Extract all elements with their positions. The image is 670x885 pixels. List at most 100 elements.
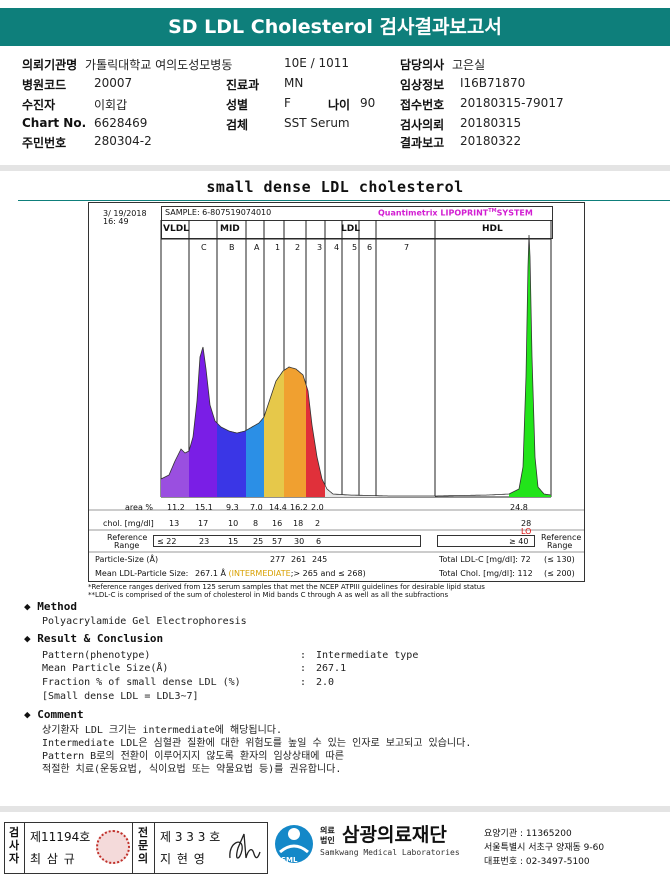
chol-label: chol. [mg/dl] [103, 519, 154, 528]
ref-a: 25 [253, 537, 264, 546]
org-prefix: 의료 법인 [320, 826, 335, 845]
band-6: 6 [367, 243, 373, 252]
code-value: 20007 [94, 76, 133, 90]
report-title: SD LDL Cholesterol 검사결과보고서 [0, 8, 670, 46]
specialist-label: 전문의 [137, 826, 149, 865]
hospital-label: 의뢰기관명 [22, 58, 78, 72]
band-a: A [254, 243, 260, 252]
band-2: 2 [295, 243, 301, 252]
code-label: 병원코드 [22, 78, 67, 92]
divider [0, 806, 670, 812]
report-date-label: 결과보고 [400, 136, 445, 150]
dept-label: 진료과 [226, 78, 260, 92]
band-7: 7 [404, 243, 410, 252]
total-chol-ref: (≤ 200) [544, 569, 575, 578]
tester-label: 검사자 [8, 826, 20, 865]
tester-name: 최 삼 규 [30, 852, 76, 866]
divider [132, 822, 133, 874]
area-1: 14.4 [269, 503, 287, 512]
area-b: 9.3 [226, 503, 239, 512]
mean-size-label: Mean LDL-Particle Size: [95, 569, 189, 578]
ref-c: 23 [199, 537, 210, 546]
group-hdl: HDL [482, 224, 503, 234]
receipt-value: 20180315-79017 [460, 96, 564, 110]
result-label-2: Fraction % of small dense LDL (%) [42, 677, 241, 688]
signature-icon [229, 833, 261, 859]
area-label: area % [125, 503, 153, 512]
band-b: B [229, 243, 235, 252]
note-2: **LDL-C is comprised of the sum of chole… [88, 591, 449, 599]
doctor-value: 고은실 [452, 58, 486, 72]
method-text: Polyacrylamide Gel Electrophoresis [42, 616, 247, 627]
hospital-value: 가톨릭대학교 여의도성모병동 [85, 58, 233, 72]
sex-label: 성별 [226, 98, 249, 112]
report-date-value: 20180322 [460, 134, 522, 148]
patient-label: 수진자 [22, 98, 56, 112]
sex-value: F [284, 96, 291, 110]
band-5: 5 [352, 243, 358, 252]
ref-3: 6 [316, 537, 322, 546]
total-ldl: Total LDL-C [mg/dl]: 72 [439, 555, 531, 564]
specimen-value: SST Serum [284, 116, 350, 130]
request-label: 검사의뢰 [400, 118, 445, 132]
chol-c: 17 [198, 519, 209, 528]
org-name: 삼광의료재단 [342, 824, 447, 846]
clinical-label: 임상정보 [400, 78, 445, 92]
ref-hdl: ≥ 40 [509, 537, 529, 546]
result-label-1: Mean Particle Size(Å) [42, 663, 169, 674]
mid-b-area [217, 423, 246, 497]
particle-2: 261 [291, 555, 307, 564]
hospital-row: 의뢰기관명 가톨릭대학교 여의도성모병동 [22, 56, 232, 73]
comment-heading: ◆ Comment [24, 708, 84, 721]
chol-a: 8 [253, 519, 259, 528]
total-chol: Total Chol. [mg/dl]: 112 [439, 569, 533, 578]
chart-no-label: Chart No. [22, 116, 87, 130]
ldl1-area [264, 370, 284, 497]
ref-box-ldl [153, 535, 421, 547]
result-colon-1: : [300, 663, 307, 674]
area-vldl: 11.2 [167, 503, 185, 512]
request-value: 20180315 [460, 116, 522, 130]
area-2: 16.2 [290, 503, 308, 512]
org-address: 서울특별시 서초구 양재동 9-60 [484, 843, 605, 853]
tester-license: 제11194호 [30, 830, 91, 844]
chol-2: 18 [293, 519, 304, 528]
vldl-area [161, 449, 189, 497]
org-phone: 대표번호 : 02-3497-5100 [484, 857, 590, 867]
divider [0, 165, 670, 171]
receipt-label: 접수번호 [400, 98, 445, 112]
divider [154, 822, 155, 874]
particle-1: 277 [270, 555, 286, 564]
chart-svg [89, 220, 584, 553]
divider [24, 822, 25, 874]
result-value-1: 267.1 [316, 663, 347, 674]
tester-seal-icon [96, 830, 130, 864]
ref-2: 30 [294, 537, 305, 546]
specialist-license: 제 3 3 3 호 [160, 830, 221, 844]
specialist-name: 지 현 영 [160, 852, 206, 866]
ref-b: 15 [228, 537, 239, 546]
logo-text: SML [281, 856, 298, 864]
band-4: 4 [334, 243, 340, 252]
chol-1: 16 [272, 519, 283, 528]
clinical-value: I16B71870 [460, 76, 526, 90]
chol-3: 2 [315, 519, 321, 528]
area-a: 7.0 [250, 503, 263, 512]
band-3: 3 [317, 243, 323, 252]
ward-value: 10E / 1011 [284, 56, 350, 70]
specimen-label: 검체 [226, 118, 249, 132]
comment-line-3: 적절한 치료(운동요법, 식이요법 또는 약물요법 등)를 권유합니다. [42, 764, 342, 775]
area-hdl: 24.8 [510, 503, 528, 512]
result-value-0: Intermediate type [316, 650, 419, 661]
doctor-label: 담당의사 [400, 58, 445, 72]
result-heading: ◆ Result & Conclusion [24, 632, 164, 645]
mean-size-value: 267.1 Å (INTERMEDIATE;> 265 and ≤ 268) [195, 569, 366, 578]
electrophoresis-panel: 3/ 19/2018 16: 49 SAMPLE: 6-807519074010… [88, 202, 585, 582]
group-vldl: VLDL [163, 224, 189, 234]
note-1: *Reference ranges derived from 125 serum… [88, 583, 485, 591]
section-title: small dense LDL cholesterol [206, 178, 464, 196]
particle-label: Particle-Size (Å) [95, 555, 159, 564]
band-1: 1 [275, 243, 281, 252]
result-colon-0: : [300, 650, 307, 661]
dept-value: MN [284, 76, 304, 90]
